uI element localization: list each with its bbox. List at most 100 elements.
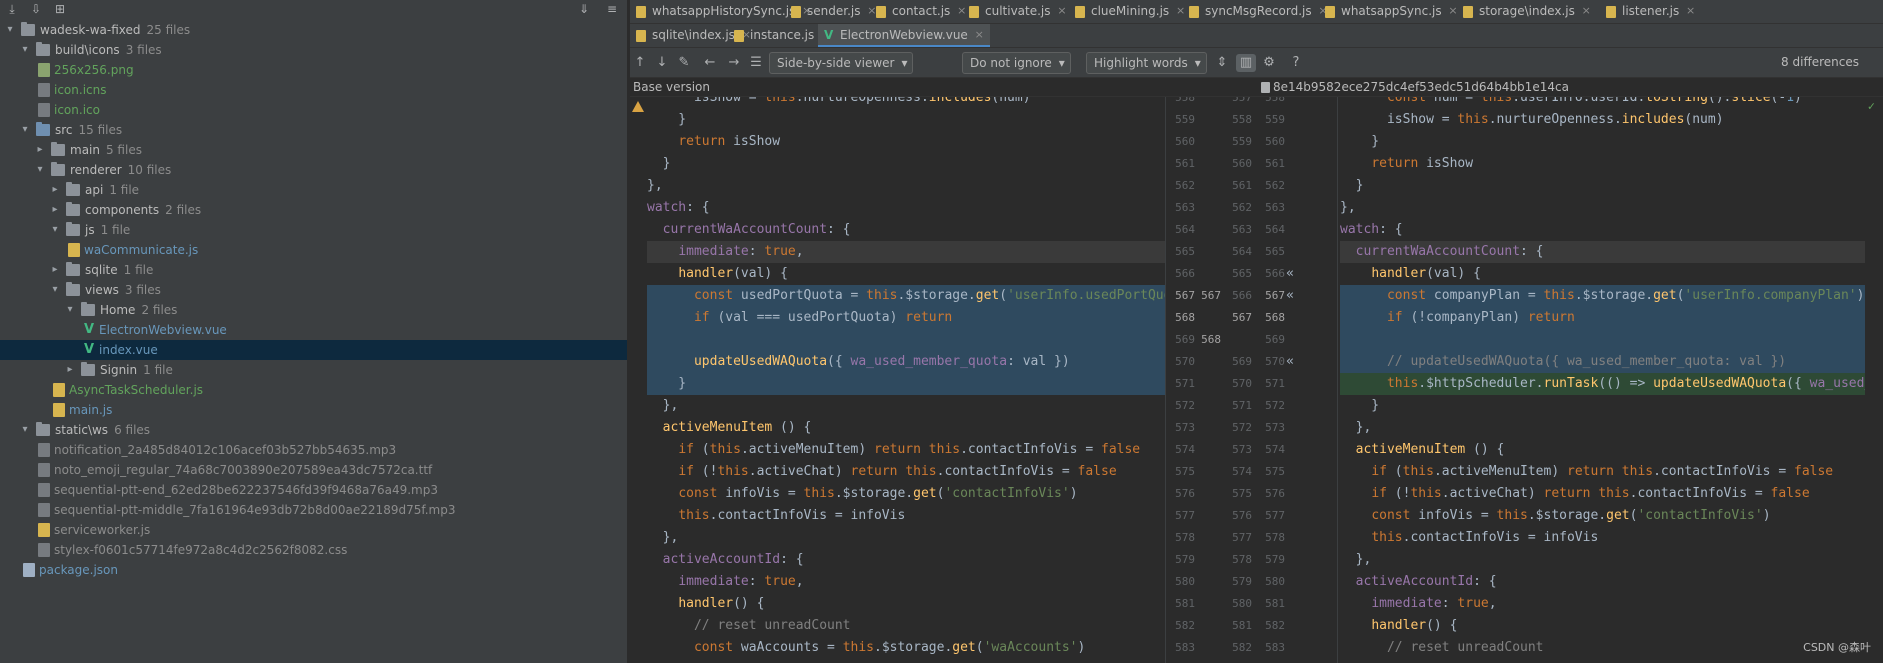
right-code-line[interactable]: activeAccountId: { xyxy=(1340,571,1865,593)
right-code-line[interactable]: }, xyxy=(1340,417,1865,439)
tree-file[interactable]: icon.ico xyxy=(0,100,627,120)
left-code-line[interactable]: activeMenuItem () { xyxy=(647,417,1165,439)
highlight-dropdown[interactable]: Highlight words xyxy=(1086,52,1207,74)
tree-folder[interactable]: ▸ components 2 files xyxy=(0,200,627,220)
chevron-down-icon[interactable]: ▾ xyxy=(19,40,31,60)
tree-file[interactable]: sequential-ptt-middle_7fa161964e93db72b8… xyxy=(0,500,627,520)
tree-folder[interactable]: ▸ sqlite 1 file xyxy=(0,260,627,280)
list-icon[interactable]: ☰ xyxy=(748,54,764,72)
left-code-line[interactable]: }, xyxy=(647,395,1165,417)
tree-file[interactable]: icon.icns xyxy=(0,80,627,100)
right-code-line[interactable]: if (!companyPlan) return xyxy=(1340,307,1865,329)
tree-file[interactable]: Vindex.vue xyxy=(0,340,627,360)
left-code-line[interactable]: handler() { xyxy=(647,593,1165,615)
editor-tab[interactable]: V ElectronWebview.vue × xyxy=(818,24,990,47)
left-code-line[interactable]: currentWaAccountCount: { xyxy=(647,219,1165,241)
tree-file[interactable]: 256x256.png xyxy=(0,60,627,80)
chevron-right-icon[interactable]: ▸ xyxy=(64,360,76,380)
editor-tab[interactable]: storage\index.js × xyxy=(1457,0,1597,23)
right-code-line[interactable]: this.$httpScheduler.runTask(() => update… xyxy=(1340,373,1865,395)
right-code-line[interactable]: if (!this.activeChat) return this.contac… xyxy=(1340,483,1865,505)
chevron-down-icon[interactable]: ▾ xyxy=(64,300,76,320)
left-code-line[interactable]: const usedPortQuota = this.$storage.get(… xyxy=(647,285,1165,307)
close-icon[interactable]: × xyxy=(1582,0,1591,22)
right-code-line[interactable]: activeMenuItem () { xyxy=(1340,439,1865,461)
right-code-line[interactable]: currentWaAccountCount: { xyxy=(1340,241,1865,263)
tree-file[interactable]: main.js xyxy=(0,400,627,420)
editor-tab[interactable]: clueMining.js × xyxy=(1069,0,1191,23)
left-code-line[interactable]: updateUsedWAQuota({ wa_used_member_quota… xyxy=(647,351,1165,373)
chevron-right-icon[interactable]: ▸ xyxy=(49,200,61,220)
right-code-line[interactable]: const num = this.userInfo.userId.toStrin… xyxy=(1340,97,1865,109)
help-icon[interactable]: ? xyxy=(1288,54,1304,72)
left-code-line[interactable]: return isShow xyxy=(647,131,1165,153)
right-code-line[interactable]: const companyPlan = this.$storage.get('u… xyxy=(1340,285,1865,307)
settings-icon[interactable]: ≡ xyxy=(604,1,620,17)
chevron-right-icon[interactable]: ▸ xyxy=(34,140,46,160)
right-code-line[interactable]: immediate: true, xyxy=(1340,593,1865,615)
left-code-line[interactable]: if (!this.activeChat) return this.contac… xyxy=(647,461,1165,483)
chevron-down-icon[interactable]: ▾ xyxy=(4,20,16,40)
editor-tab[interactable]: listener.js × xyxy=(1600,0,1701,23)
chevron-right-icon[interactable]: ▸ xyxy=(49,260,61,280)
right-code-line[interactable]: this.contactInfoVis = infoVis xyxy=(1340,527,1865,549)
scroll-from-source-icon[interactable]: ⇓ xyxy=(576,1,592,17)
tree-file[interactable]: stylex-f0601c57714fe972a8c4d2c2562f8082.… xyxy=(0,540,627,560)
left-code-line[interactable]: } xyxy=(647,153,1165,175)
left-code-line[interactable]: activeAccountId: { xyxy=(647,549,1165,571)
tree-file[interactable]: serviceworker.js xyxy=(0,520,627,540)
left-code-line[interactable]: if (this.activeMenuItem) return this.con… xyxy=(647,439,1165,461)
tree-folder[interactable]: ▾ static\ws 6 files xyxy=(0,420,627,440)
tree-file[interactable]: AsyncTaskScheduler.js xyxy=(0,380,627,400)
next-diff-down-icon[interactable]: ↓ xyxy=(654,54,670,72)
right-code-line[interactable]: const infoVis = this.$storage.get('conta… xyxy=(1340,505,1865,527)
apply-change-icon[interactable]: « xyxy=(1283,285,1297,307)
right-code-line[interactable]: }, xyxy=(1340,197,1865,219)
back-icon[interactable]: ← xyxy=(702,54,718,72)
tree-folder[interactable]: ▾ renderer 10 files xyxy=(0,160,627,180)
apply-change-icon[interactable]: « xyxy=(1283,351,1297,373)
gear-icon[interactable]: ⚙ xyxy=(1261,54,1277,72)
chevron-down-icon[interactable]: ▾ xyxy=(19,120,31,140)
tree-folder[interactable]: ▾ views 3 files xyxy=(0,280,627,300)
tree-file[interactable]: waCommunicate.js xyxy=(0,240,627,260)
right-code-line[interactable]: return isShow xyxy=(1340,153,1865,175)
right-code-line[interactable]: // updateUsedWAQuota({ wa_used_member_qu… xyxy=(1340,351,1865,373)
chevron-down-icon[interactable]: ▾ xyxy=(19,420,31,440)
apply-change-icon[interactable]: « xyxy=(1283,263,1297,285)
left-code-line[interactable]: }, xyxy=(647,175,1165,197)
left-code-line[interactable]: this.contactInfoVis = infoVis xyxy=(647,505,1165,527)
forward-icon[interactable]: → xyxy=(726,54,742,72)
tree-folder[interactable]: ▾ js 1 file xyxy=(0,220,627,240)
left-code-line[interactable] xyxy=(647,329,1165,351)
collapse-icon[interactable]: ⤓ xyxy=(4,1,20,17)
right-code-line[interactable]: handler() { xyxy=(1340,615,1865,637)
right-code-line[interactable]: if (this.activeMenuItem) return this.con… xyxy=(1340,461,1865,483)
left-code-line[interactable]: const waAccounts = this.$storage.get('wa… xyxy=(647,637,1165,659)
right-code-line[interactable]: }, xyxy=(1340,549,1865,571)
right-code-line[interactable] xyxy=(1340,329,1865,351)
chevron-down-icon[interactable]: ▾ xyxy=(34,160,46,180)
right-code-line[interactable]: handler(val) { xyxy=(1340,263,1865,285)
download-icon[interactable]: ⇩ xyxy=(28,1,44,17)
editor-tab[interactable]: contact.js × xyxy=(870,0,972,23)
left-code-line[interactable]: handler(val) { xyxy=(647,263,1165,285)
right-code-line[interactable]: } xyxy=(1340,175,1865,197)
left-code-line[interactable]: watch: { xyxy=(647,197,1165,219)
diff-code-area[interactable]: ✓ isShow = this.nurtureOpenness.includes… xyxy=(630,97,1883,663)
edit-source-icon[interactable]: ✎ xyxy=(676,54,692,72)
right-code-line[interactable]: isShow = this.nurtureOpenness.includes(n… xyxy=(1340,109,1865,131)
left-code-line[interactable]: immediate: true, xyxy=(647,241,1165,263)
viewer-dropdown[interactable]: Side-by-side viewer xyxy=(769,52,914,74)
ignore-dropdown[interactable]: Do not ignore xyxy=(962,52,1071,74)
editor-tab[interactable]: sender.js × xyxy=(785,0,882,23)
sync-scroll-icon[interactable]: ▥ xyxy=(1236,54,1256,72)
tree-folder[interactable]: ▸ api 1 file xyxy=(0,180,627,200)
left-code-line[interactable]: const infoVis = this.$storage.get('conta… xyxy=(647,483,1165,505)
editor-tab[interactable]: syncMsgRecord.js × xyxy=(1183,0,1334,23)
left-code-line[interactable]: isShow = this.nurtureOpenness.includes(n… xyxy=(647,97,1165,109)
left-code-line[interactable]: } xyxy=(647,109,1165,131)
left-code-line[interactable]: } xyxy=(647,373,1165,395)
tree-folder[interactable]: ▾ src 15 files xyxy=(0,120,627,140)
close-icon[interactable]: × xyxy=(975,24,984,46)
